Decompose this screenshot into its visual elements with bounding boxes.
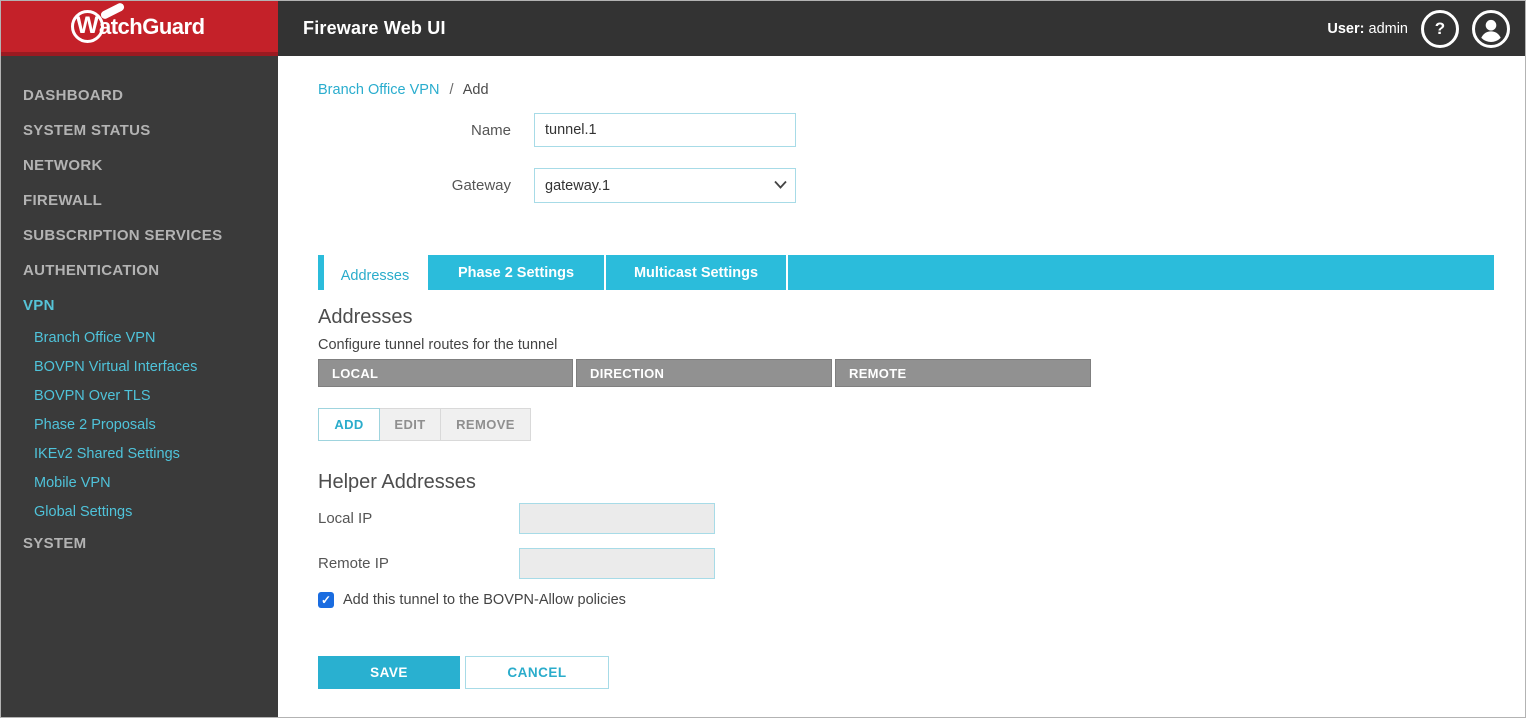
sidebar-item-branch-office-vpn[interactable]: Branch Office VPN xyxy=(1,323,278,352)
action-buttons-row: SAVE CANCEL xyxy=(318,656,1525,689)
route-buttons-row: ADD EDIT REMOVE xyxy=(318,408,1525,441)
sidebar-item-authentication[interactable]: AUTHENTICATION xyxy=(1,253,278,288)
user-label: User: xyxy=(1327,20,1365,37)
remote-ip-input xyxy=(519,548,715,579)
bovpn-policy-checkbox-label: Add this tunnel to the BOVPN-Allow polic… xyxy=(343,592,626,608)
breadcrumb-current: Add xyxy=(462,82,489,98)
sidebar-nav: DASHBOARD SYSTEM STATUS NETWORK FIREWALL… xyxy=(1,56,278,717)
tab-addresses[interactable]: Addresses xyxy=(324,255,426,296)
main-content: Branch Office VPN / Add Name Gateway gat… xyxy=(278,56,1525,717)
account-icon[interactable] xyxy=(1472,9,1510,48)
cancel-button[interactable]: CANCEL xyxy=(465,656,609,689)
remote-ip-label: Remote IP xyxy=(318,555,389,572)
top-bar-right: User: admin ? xyxy=(1327,1,1525,56)
gateway-select[interactable]: gateway.1 xyxy=(534,168,796,203)
sidebar-item-ikev2-shared-settings[interactable]: IKEv2 Shared Settings xyxy=(1,439,278,468)
watchguard-logo: W atchGuard xyxy=(1,1,278,56)
tab-bar: Addresses Phase 2 Settings Multicast Set… xyxy=(318,255,1494,296)
sidebar-item-vpn[interactable]: VPN xyxy=(1,288,278,323)
breadcrumb-separator: / xyxy=(449,82,454,98)
addresses-heading: Addresses xyxy=(318,306,413,328)
local-ip-row: Local IP xyxy=(318,503,1525,534)
bovpn-policy-row: Add this tunnel to the BOVPN-Allow polic… xyxy=(318,592,1525,608)
column-header-local: LOCAL xyxy=(318,359,573,387)
gateway-select-wrap: gateway.1 xyxy=(534,168,796,203)
breadcrumb-branch-office-vpn-link[interactable]: Branch Office VPN xyxy=(318,82,439,98)
name-label: Name xyxy=(470,121,511,139)
sidebar-item-global-settings[interactable]: Global Settings xyxy=(1,497,278,526)
brand-name: atchGuard xyxy=(99,13,205,39)
tunnel-routes-table-header: LOCAL DIRECTION REMOTE xyxy=(318,359,1525,387)
sidebar-item-subscription-services[interactable]: SUBSCRIPTION SERVICES xyxy=(1,218,278,253)
sidebar-item-dashboard[interactable]: DASHBOARD xyxy=(1,78,278,113)
bovpn-policy-checkbox[interactable] xyxy=(318,592,334,608)
local-ip-input xyxy=(519,503,715,534)
sidebar-item-bovpn-virtual-interfaces[interactable]: BOVPN Virtual Interfaces xyxy=(1,352,278,381)
breadcrumb: Branch Office VPN / Add xyxy=(318,81,1525,99)
add-route-button[interactable]: ADD xyxy=(318,408,380,441)
sidebar-item-system-status[interactable]: SYSTEM STATUS xyxy=(1,113,278,148)
name-input[interactable] xyxy=(534,113,796,147)
sidebar-item-bovpn-over-tls[interactable]: BOVPN Over TLS xyxy=(1,381,278,410)
help-icon[interactable]: ? xyxy=(1421,9,1459,48)
gateway-label: Gateway xyxy=(451,177,511,194)
save-button[interactable]: SAVE xyxy=(318,656,460,689)
app-title: Fireware Web UI xyxy=(303,18,446,38)
logged-in-user: User: admin xyxy=(1327,21,1408,37)
person-icon xyxy=(1479,19,1503,42)
edit-route-button[interactable]: EDIT xyxy=(380,408,441,441)
sidebar-item-network[interactable]: NETWORK xyxy=(1,148,278,183)
fireware-web-ui-page: W atchGuard Fireware Web UI User: admin … xyxy=(0,0,1526,718)
tab-phase2-settings[interactable]: Phase 2 Settings xyxy=(426,255,604,290)
remove-route-button[interactable]: REMOVE xyxy=(441,408,531,441)
user-name: admin xyxy=(1368,20,1409,37)
column-header-direction: DIRECTION xyxy=(576,359,832,387)
top-bar: W atchGuard Fireware Web UI User: admin … xyxy=(1,1,1525,56)
sidebar-item-firewall[interactable]: FIREWALL xyxy=(1,183,278,218)
name-row: Name xyxy=(318,113,1525,147)
remote-ip-row: Remote IP xyxy=(318,548,1525,579)
helper-addresses-heading: Helper Addresses xyxy=(318,471,476,493)
sidebar-item-phase2-proposals[interactable]: Phase 2 Proposals xyxy=(1,410,278,439)
addresses-description: Configure tunnel routes for the tunnel xyxy=(318,337,558,353)
tab-multicast-settings[interactable]: Multicast Settings xyxy=(604,255,788,290)
column-header-remote: REMOTE xyxy=(835,359,1091,387)
sidebar-item-system[interactable]: SYSTEM xyxy=(1,526,278,561)
local-ip-label: Local IP xyxy=(318,510,373,527)
gateway-row: Gateway gateway.1 xyxy=(318,168,1525,203)
sidebar-item-mobile-vpn[interactable]: Mobile VPN xyxy=(1,468,278,497)
